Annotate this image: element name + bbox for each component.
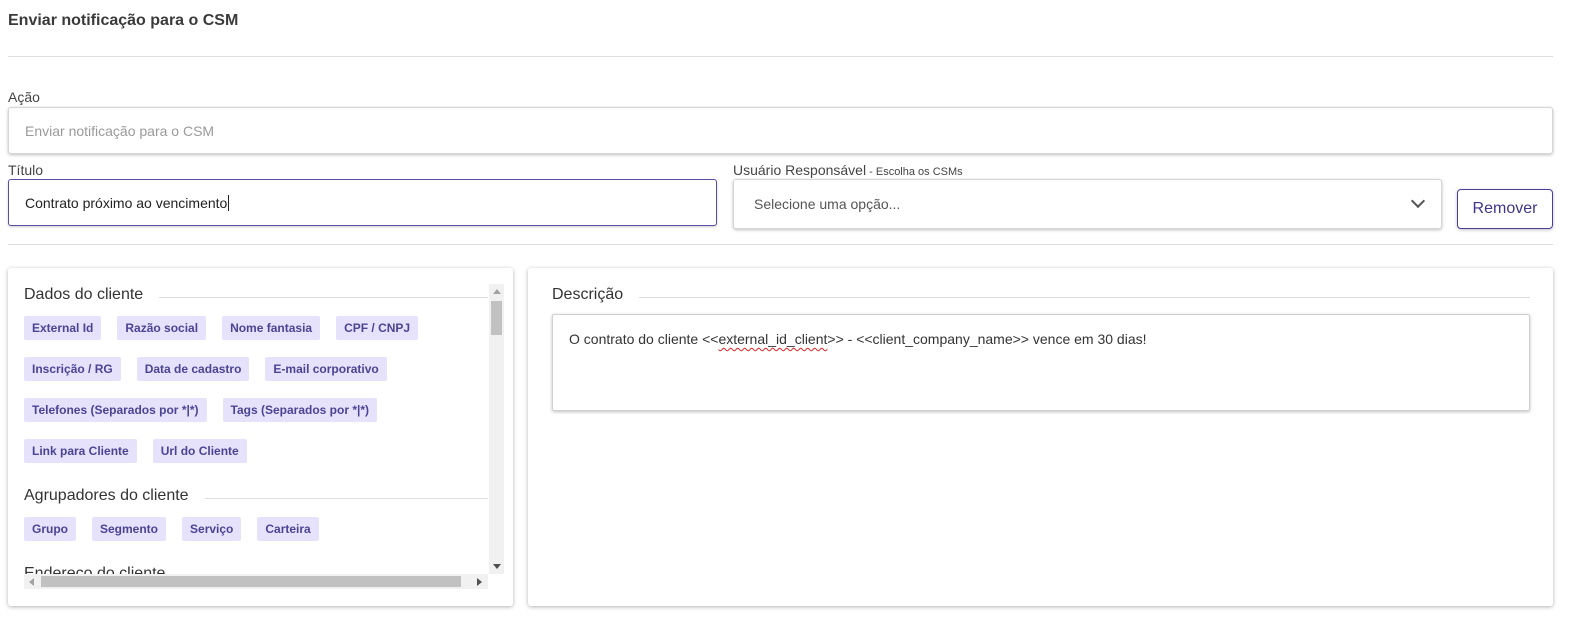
section-title: Endereço do cliente [24, 565, 166, 574]
description-title: Descrição [552, 286, 624, 303]
variable-chip[interactable]: Url do Cliente [152, 439, 247, 463]
titulo-label: Título [8, 162, 44, 178]
variable-chip[interactable]: CPF / CNPJ [336, 316, 419, 340]
usuario-label-text: Usuário Responsável [733, 162, 867, 178]
variables-panel: Dados do cliente External Id Razão socia… [8, 268, 513, 606]
scroll-right-arrow-icon[interactable] [477, 578, 482, 586]
variable-chip[interactable]: Razão social [117, 316, 207, 340]
variable-chip[interactable]: Carteira [257, 517, 319, 541]
divider [8, 244, 1553, 245]
variable-chip[interactable]: Nome fantasia [222, 316, 321, 340]
chip-group: External Id Razão social Nome fantasia C… [24, 306, 488, 463]
variable-chip[interactable]: External Id [24, 316, 102, 340]
acao-label: Ação [8, 89, 40, 105]
description-text: >> - <<client_company_name>> vence em 30… [827, 331, 1147, 347]
variable-chip[interactable]: Telefones (Separados por *|*) [24, 398, 207, 422]
variables-scroll-area[interactable]: Dados do cliente External Id Razão socia… [24, 284, 488, 574]
acao-value: Enviar notificação para o CSM [25, 122, 215, 139]
text-cursor [228, 194, 230, 211]
section-heading: Dados do cliente [24, 284, 488, 306]
vertical-scrollbar[interactable] [489, 284, 504, 574]
description-panel: Descrição O contrato do cliente <<extern… [528, 268, 1553, 606]
chip-group: Grupo Segmento Serviço Carteira [24, 507, 488, 541]
usuario-select[interactable]: Selecione uma opção... [733, 179, 1442, 229]
variable-chip[interactable]: Tags (Separados por *|*) [222, 398, 378, 422]
variable-chip[interactable]: Segmento [92, 517, 167, 541]
section-heading: Descrição [552, 284, 1530, 306]
variable-chip[interactable]: Serviço [182, 517, 242, 541]
variable-chip[interactable]: Grupo [24, 517, 76, 541]
scrollbar-thumb[interactable] [41, 576, 461, 587]
remove-button[interactable]: Remover [1457, 189, 1553, 229]
horizontal-scrollbar[interactable] [24, 574, 488, 589]
chevron-down-icon [1410, 193, 1426, 209]
variable-chip[interactable]: Inscrição / RG [24, 357, 121, 381]
section-title: Dados do cliente [24, 286, 144, 303]
variable-chip[interactable]: E-mail corporativo [265, 357, 387, 381]
acao-field[interactable]: Enviar notificação para o CSM [8, 107, 1553, 154]
description-text: O contrato do cliente << [569, 331, 719, 347]
titulo-input[interactable]: Contrato próximo ao vencimento [8, 179, 717, 226]
usuario-placeholder: Selecione uma opção... [754, 196, 901, 212]
section-heading: Endereço do cliente [24, 563, 488, 574]
usuario-label: Usuário Responsável - Escolha os CSMs [733, 162, 963, 178]
scroll-down-arrow-icon[interactable] [493, 564, 501, 569]
divider [8, 56, 1553, 57]
section-heading: Agrupadores do cliente [24, 485, 488, 507]
description-text-flagged: external_id_client [718, 331, 828, 347]
scrollbar-thumb[interactable] [491, 301, 502, 335]
variable-chip[interactable]: Link para Cliente [24, 439, 137, 463]
usuario-hint: - Escolha os CSMs [866, 166, 963, 178]
description-editor[interactable]: O contrato do cliente <<external_id_clie… [552, 314, 1530, 411]
variable-chip[interactable]: Data de cadastro [136, 357, 250, 381]
titulo-value: Contrato próximo ao vencimento [25, 194, 228, 211]
page-title: Enviar notificação para o CSM [8, 12, 239, 29]
section-title: Agrupadores do cliente [24, 487, 189, 504]
scroll-up-arrow-icon[interactable] [493, 289, 501, 294]
scroll-left-arrow-icon[interactable] [29, 578, 34, 586]
